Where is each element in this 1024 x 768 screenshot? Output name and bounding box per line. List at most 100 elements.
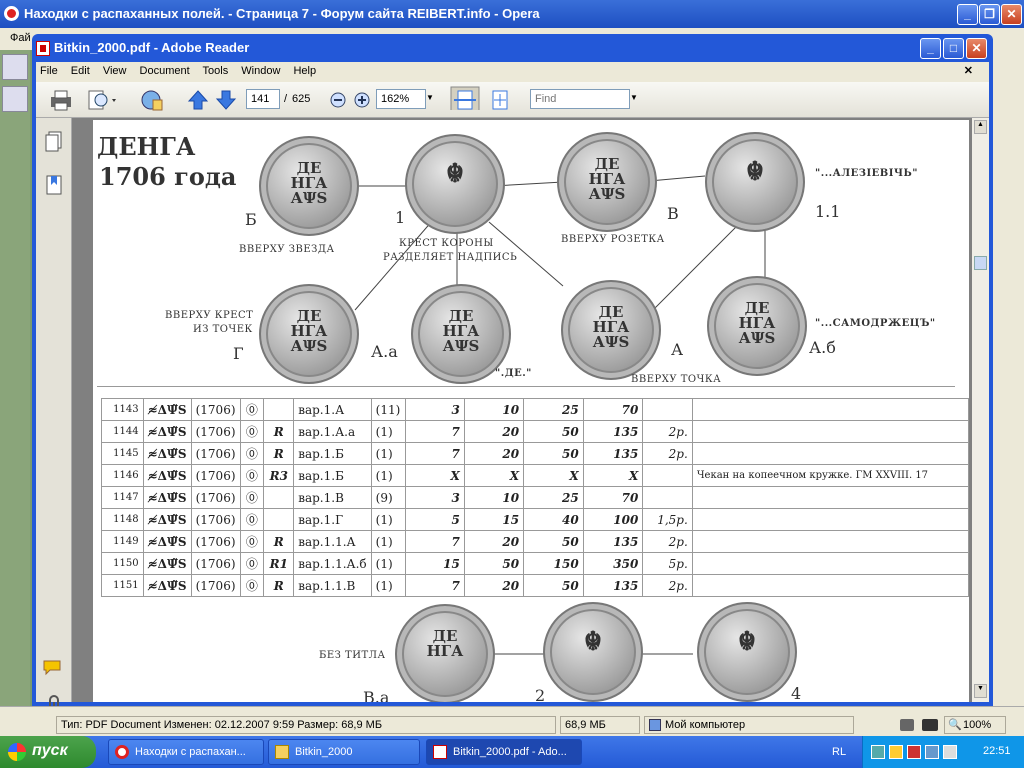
scroll-down-button[interactable]: ▼	[974, 684, 987, 698]
opera-tools-icon[interactable]	[2, 54, 28, 80]
security-alert-icon[interactable]	[889, 745, 903, 759]
opera-menu-file[interactable]: Фай	[10, 32, 31, 44]
row-price-1: 7	[404, 574, 465, 597]
scroll-thumb[interactable]	[974, 256, 987, 270]
zoom-in-icon[interactable]	[352, 88, 372, 112]
row-note	[691, 508, 969, 531]
volume-icon[interactable]	[943, 745, 957, 759]
row-note: Чекан на копеечном кружке. ГМ XXVIII. 17	[691, 464, 969, 487]
search-doc-icon[interactable]	[86, 88, 120, 112]
label-top-dot: ВВЕРХУ ТОЧКА	[631, 374, 722, 385]
fit-width-icon[interactable]	[450, 86, 480, 110]
table-row: 1143 ≉ΔΨ̃S (1706) ⓪ вар.1.А (11) 3 10 25 70	[101, 398, 969, 421]
status-computer-label: Мой компьютер	[665, 719, 746, 731]
attach-icon[interactable]	[138, 88, 164, 112]
status-size: 68,9 МБ	[560, 716, 640, 734]
zoom-input[interactable]	[376, 89, 426, 109]
menu-help[interactable]: Help	[293, 65, 316, 77]
reader-minimize-button[interactable]: _	[920, 38, 941, 59]
close-doc-icon[interactable]: ✕	[964, 64, 973, 77]
row-variant: вар.1.Б	[293, 442, 372, 465]
coin-1-1: ☬	[705, 132, 805, 232]
row-year: (1706)	[190, 420, 241, 443]
row-rub	[642, 486, 693, 509]
coin-v: ДЕ НГА АΨS	[557, 132, 657, 232]
label-b: Б	[245, 210, 257, 229]
navigation-pane	[36, 118, 72, 715]
start-label: пуск	[32, 742, 68, 759]
row-variant: вар.1.Б	[293, 464, 372, 487]
row-symbols: ≉ΔΨ̃S	[142, 398, 192, 421]
menu-edit[interactable]: Edit	[71, 65, 90, 77]
opera-title-bar: Находки с распаханных полей. - Страница …	[0, 0, 1024, 28]
task-folder[interactable]: Bitkin_2000	[268, 739, 420, 765]
zoom-out-icon[interactable]	[328, 88, 348, 112]
coin-g: ДЕ НГА АΨS	[259, 284, 359, 384]
status-tool-icon[interactable]	[900, 719, 914, 731]
network-icon[interactable]	[871, 745, 885, 759]
row-number: 1151	[101, 574, 144, 597]
row-year: (1706)	[190, 574, 241, 597]
menu-view[interactable]: View	[103, 65, 127, 77]
document-scrollbar[interactable]: ▲ ▼	[972, 118, 989, 702]
row-count: (9)	[370, 486, 406, 509]
coin-1: ☬	[405, 134, 505, 234]
antivirus-icon[interactable]	[907, 745, 921, 759]
row-variant: вар.1.1.В	[293, 574, 372, 597]
row-number: 1149	[101, 530, 144, 553]
reader-menu-bar: File Edit View Document Tools Window Hel…	[36, 62, 989, 82]
find-dropdown-icon[interactable]: ▼	[630, 93, 638, 102]
coin-a-text: ДЕ НГА АΨS	[592, 303, 630, 352]
row-rarity: R3	[263, 464, 295, 487]
menu-window[interactable]: Window	[241, 65, 280, 77]
table-top-rule	[97, 386, 955, 387]
next-page-icon[interactable]	[214, 88, 238, 112]
reader-maximize-button[interactable]: □	[943, 38, 964, 59]
task-folder-label: Bitkin_2000	[295, 746, 353, 758]
row-price-2: 50	[463, 552, 525, 575]
row-symbols: ≉ΔΨ̃S	[142, 574, 192, 597]
menu-tools[interactable]: Tools	[203, 65, 229, 77]
row-count: (1)	[370, 552, 406, 575]
menu-document[interactable]: Document	[140, 65, 190, 77]
table-row: 1151 ≉ΔΨ̃S (1706) ⓪ Rвар.1.1.В (1) 7 20 50 135 2р.	[101, 574, 969, 597]
page-number-input[interactable]	[246, 89, 280, 109]
scroll-up-button[interactable]: ▲	[974, 120, 987, 134]
status-zoom[interactable]: 🔍 100%	[944, 716, 1006, 734]
opera-close-button[interactable]: ✕	[1001, 4, 1022, 25]
label-v: В	[667, 204, 679, 223]
row-rub: 5р.	[642, 552, 693, 575]
start-button[interactable]: пуск	[0, 736, 96, 768]
status-camera-icon[interactable]	[922, 719, 938, 731]
coin-catalog-table: 1143 ≉ΔΨ̃S (1706) ⓪ вар.1.А (11) 3 10 25 70 1144 ≉Δ…	[101, 398, 969, 597]
row-price-1: 3	[404, 486, 465, 509]
label-va: В.а	[363, 688, 390, 702]
status-zoom-value: 100%	[963, 719, 992, 731]
zoom-dropdown-icon[interactable]: ▼	[426, 93, 434, 102]
language-indicator[interactable]: RL	[832, 746, 846, 758]
bookmarks-icon[interactable]	[44, 174, 64, 196]
page-total: 625	[292, 93, 311, 105]
row-price-1: 3	[404, 398, 465, 421]
fit-page-icon[interactable]	[488, 88, 512, 112]
prev-page-icon[interactable]	[186, 88, 210, 112]
reader-close-button[interactable]: ✕	[966, 38, 987, 59]
comments-icon[interactable]	[42, 658, 66, 678]
opera-restore-button[interactable]: ❐	[979, 4, 1000, 25]
pages-icon[interactable]	[44, 130, 64, 152]
row-price-2: 10	[463, 398, 525, 421]
task-reader[interactable]: Bitkin_2000.pdf - Ado...	[426, 739, 582, 765]
table-row: 1144 ≉ΔΨ̃S (1706) ⓪ Rвар.1.А.а (1) 7 20 50 135 2р.	[101, 420, 969, 443]
pen-tray-icon[interactable]	[925, 745, 939, 759]
row-price-3: 50	[523, 574, 584, 597]
zoom-magnifier-icon: 🔍	[948, 719, 962, 731]
task-opera[interactable]: Находки с распахан...	[108, 739, 264, 765]
menu-file[interactable]: File	[40, 65, 58, 77]
opera-title: Находки с распаханных полей. - Страница …	[24, 6, 540, 21]
opera-back-icon[interactable]	[2, 86, 28, 112]
print-icon[interactable]	[48, 88, 74, 112]
row-mint: ⓪	[239, 442, 265, 465]
opera-minimize-button[interactable]: _	[957, 4, 978, 25]
find-input[interactable]	[530, 89, 630, 109]
opera-right-scroll[interactable]	[993, 50, 1024, 710]
